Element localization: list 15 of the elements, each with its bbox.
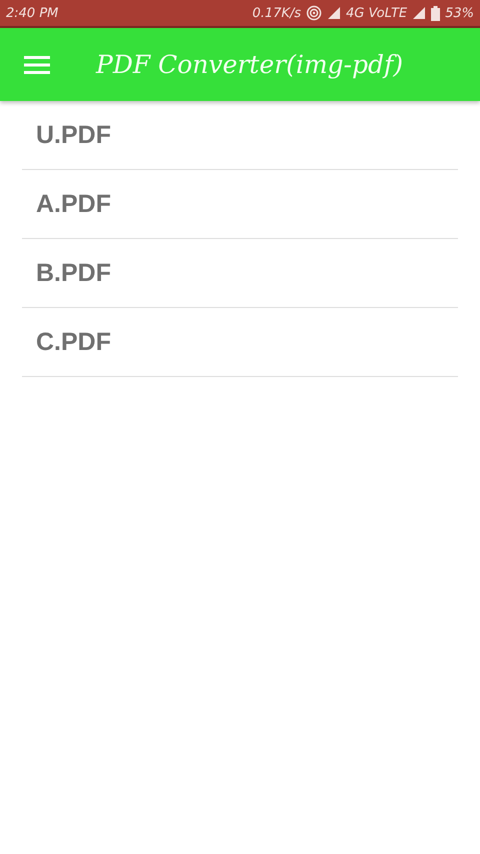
network-type: 4G VoLTE <box>346 6 408 20</box>
file-item[interactable]: U.PDF <box>22 101 458 170</box>
network-speed: 0.17K/s <box>252 6 302 20</box>
app-title: PDF Converter(img-pdf) <box>96 50 404 79</box>
battery-level: 53% <box>445 6 474 20</box>
battery-icon <box>431 6 440 20</box>
file-item[interactable]: A.PDF <box>22 170 458 239</box>
signal-icon <box>412 6 426 20</box>
status-time: 2:40 PM <box>6 6 58 20</box>
hotspot-icon <box>306 5 322 21</box>
file-item[interactable]: C.PDF <box>22 308 458 377</box>
file-item[interactable]: B.PDF <box>22 239 458 308</box>
menu-icon <box>24 54 50 74</box>
signal-icon <box>327 6 342 20</box>
menu-button[interactable] <box>24 54 50 74</box>
